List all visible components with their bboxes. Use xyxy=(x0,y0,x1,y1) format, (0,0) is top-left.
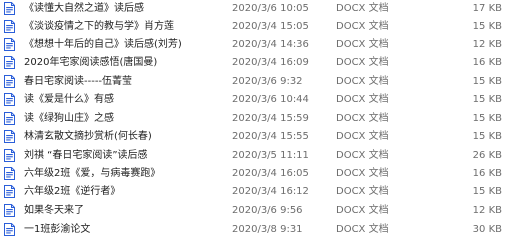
docx-file-icon xyxy=(4,185,15,198)
file-row[interactable]: 刘祺 “春日宅家阅读”读后感 2020/3/5 11:11 DOCX 文档 26… xyxy=(0,147,509,164)
file-name: 《想想十年后的自己》读后感(刘芳) xyxy=(24,39,182,50)
docx-file-icon xyxy=(4,223,15,236)
file-size: 16 KB xyxy=(472,168,502,179)
docx-file-icon xyxy=(4,2,15,15)
docx-file-icon xyxy=(4,130,15,143)
file-row[interactable]: 《想想十年后的自己》读后感(刘芳) 2020/3/4 14:36 DOCX 文档… xyxy=(0,36,509,53)
docx-file-icon xyxy=(4,20,15,33)
file-row[interactable]: 六年级2班《逆行者》 2020/3/4 16:12 DOCX 文档 15 KB xyxy=(0,183,509,200)
file-size: 15 KB xyxy=(472,186,502,197)
file-size: 15 KB xyxy=(472,131,502,142)
file-size: 17 KB xyxy=(472,3,502,14)
file-size: 12 KB xyxy=(472,205,502,216)
docx-file-icon xyxy=(4,75,15,88)
file-date: 2020/3/4 16:05 xyxy=(232,168,309,179)
docx-file-icon xyxy=(4,38,15,51)
file-date: 2020/3/4 15:55 xyxy=(232,131,309,142)
file-row[interactable]: 如果冬天来了 2020/3/6 9:56 DOCX 文档 12 KB xyxy=(0,202,509,219)
file-name: 六年级2班《逆行者》 xyxy=(24,186,121,197)
file-name: 2020年宅家阅读感悟(唐国曼) xyxy=(24,57,158,68)
file-name: 林清玄散文摘抄赏析(何长春) xyxy=(24,131,152,142)
file-name: 春日宅家阅读-----伍菁莹 xyxy=(24,76,133,87)
docx-file-icon xyxy=(4,167,15,180)
file-type: DOCX 文档 xyxy=(336,131,389,142)
file-type: DOCX 文档 xyxy=(336,94,389,105)
file-size: 26 KB xyxy=(472,150,502,161)
file-date: 2020/3/6 9:32 xyxy=(232,76,303,87)
file-name: 六年级2班《爱，与病毒赛跑》 xyxy=(24,168,161,179)
file-row[interactable]: 2020年宅家阅读感悟(唐国曼) 2020/3/4 16:09 DOCX 文档 … xyxy=(0,54,509,71)
docx-file-icon xyxy=(4,93,15,106)
file-date: 2020/3/4 14:36 xyxy=(232,39,309,50)
docx-file-icon xyxy=(4,204,15,217)
file-type: DOCX 文档 xyxy=(336,39,389,50)
file-name: 读《爱是什么》有感 xyxy=(24,94,114,105)
file-date: 2020/3/6 9:56 xyxy=(232,205,303,216)
file-type: DOCX 文档 xyxy=(336,76,389,87)
docx-file-icon xyxy=(4,56,15,69)
file-type: DOCX 文档 xyxy=(336,113,389,124)
file-row[interactable]: 六年级2班《爱，与病毒赛跑》 2020/3/4 16:05 DOCX 文档 16… xyxy=(0,165,509,182)
file-size: 15 KB xyxy=(472,94,502,105)
file-date: 2020/3/6 10:05 xyxy=(232,3,309,14)
file-type: DOCX 文档 xyxy=(336,224,389,235)
file-type: DOCX 文档 xyxy=(336,21,389,32)
file-date: 2020/3/6 10:44 xyxy=(232,94,309,105)
file-row[interactable]: 春日宅家阅读-----伍菁莹 2020/3/6 9:32 DOCX 文档 15 … xyxy=(0,73,509,90)
file-name: 《读懂大自然之道》读后感 xyxy=(24,3,144,14)
file-size: 15 KB xyxy=(472,76,502,87)
file-name: 刘祺 “春日宅家阅读”读后感 xyxy=(24,150,148,161)
file-date: 2020/3/4 15:59 xyxy=(232,113,309,124)
docx-file-icon xyxy=(4,149,15,162)
file-list: 《读懂大自然之道》读后感 2020/3/6 10:05 DOCX 文档 17 K… xyxy=(0,0,509,243)
file-name: 《淡谈疫情之下的教与学》肖方莲 xyxy=(24,21,174,32)
file-row[interactable]: 读《爱是什么》有感 2020/3/6 10:44 DOCX 文档 15 KB xyxy=(0,91,509,108)
file-row[interactable]: 《读懂大自然之道》读后感 2020/3/6 10:05 DOCX 文档 17 K… xyxy=(0,0,509,17)
file-row[interactable]: 读《绿狗山庄》之感 2020/3/4 15:59 DOCX 文档 15 KB xyxy=(0,110,509,127)
file-date: 2020/3/4 16:09 xyxy=(232,57,309,68)
file-size: 30 KB xyxy=(472,224,502,235)
file-type: DOCX 文档 xyxy=(336,3,389,14)
file-date: 2020/3/4 15:05 xyxy=(232,21,309,32)
file-row[interactable]: 《淡谈疫情之下的教与学》肖方莲 2020/3/4 15:05 DOCX 文档 1… xyxy=(0,18,509,35)
file-name: 如果冬天来了 xyxy=(24,205,84,216)
file-date: 2020/3/4 16:12 xyxy=(232,186,309,197)
file-name: 读《绿狗山庄》之感 xyxy=(24,113,114,124)
file-type: DOCX 文档 xyxy=(336,186,389,197)
file-date: 2020/3/8 9:31 xyxy=(232,224,303,235)
file-date: 2020/3/5 11:11 xyxy=(232,150,309,161)
file-name: 一1班彭渝论文 xyxy=(24,224,91,235)
file-type: DOCX 文档 xyxy=(336,168,389,179)
docx-file-icon xyxy=(4,112,15,125)
file-size: 12 KB xyxy=(472,39,502,50)
file-type: DOCX 文档 xyxy=(336,205,389,216)
file-row[interactable]: 一1班彭渝论文 2020/3/8 9:31 DOCX 文档 30 KB xyxy=(0,221,509,238)
file-size: 16 KB xyxy=(472,57,502,68)
file-row[interactable]: 林清玄散文摘抄赏析(何长春) 2020/3/4 15:55 DOCX 文档 15… xyxy=(0,128,509,145)
file-size: 15 KB xyxy=(472,21,502,32)
file-size: 15 KB xyxy=(472,113,502,124)
file-type: DOCX 文档 xyxy=(336,57,389,68)
file-type: DOCX 文档 xyxy=(336,150,389,161)
